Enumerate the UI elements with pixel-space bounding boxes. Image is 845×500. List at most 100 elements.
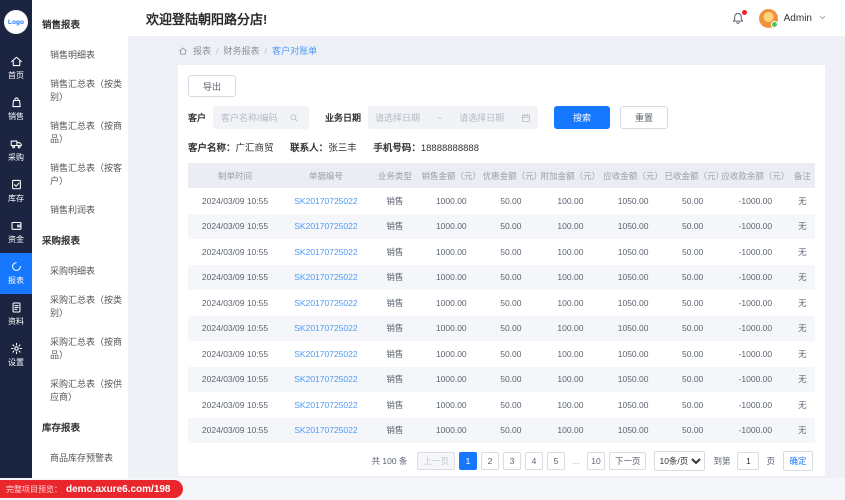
user-menu[interactable]: Admin <box>758 8 827 28</box>
notification-bell-icon[interactable] <box>731 9 747 26</box>
table-cell: 1000.00 <box>435 246 467 257</box>
content-area: 报表/财务报表/客户对账单 导出 客户 业务日期 请选择日 <box>128 36 845 478</box>
menu-item[interactable]: 销售明细表 <box>32 40 128 69</box>
page-size-select[interactable]: 10条/页 <box>654 451 706 471</box>
table-row: 2024/03/09 10:55 SK20170725022 销售 1000.00 50… <box>188 188 815 214</box>
table-cell: 1000.00 <box>435 221 467 232</box>
table-row: 2024/03/09 10:55 SK20170725022 销售 1000.00 50… <box>188 264 815 290</box>
sales-bag-icon <box>10 96 23 109</box>
rail-item-设置[interactable]: 设置 <box>0 335 32 376</box>
page-button-4[interactable]: 4 <box>524 452 543 470</box>
document-number-link[interactable]: SK20170725022 <box>294 247 357 257</box>
document-number-link[interactable]: SK20170725022 <box>294 272 357 282</box>
date-range-picker[interactable]: 请选择日期 ~ 请选择日期 <box>368 106 539 129</box>
menu-item[interactable]: 采购明细表 <box>32 256 128 285</box>
page-button-2[interactable]: 2 <box>480 452 499 470</box>
menu-item[interactable]: 采购汇总表（按类别） <box>32 285 128 327</box>
goto-page-input[interactable] <box>737 452 760 470</box>
table-cell: 50.00 <box>682 297 704 308</box>
table-cell: 1050.00 <box>617 221 649 232</box>
column-header: 已收金额（元） <box>664 163 721 188</box>
prev-page-button[interactable]: 上一页 <box>417 452 455 470</box>
page-button-5[interactable]: 5 <box>546 452 565 470</box>
menu-item[interactable]: 采购汇总表（按商品） <box>32 327 128 369</box>
goto-confirm-button[interactable]: 确定 <box>783 451 813 471</box>
breadcrumb-item[interactable]: 报表 <box>193 44 211 57</box>
table-cell: 50.00 <box>682 425 704 436</box>
export-button[interactable]: 导出 <box>188 75 236 97</box>
table-cell: 无 <box>798 297 807 308</box>
preview-badge[interactable]: 完整项目预览： demo.axure6.com/198 <box>0 480 183 498</box>
table-cell: 50.00 <box>500 323 522 334</box>
document-number-link[interactable]: SK20170725022 <box>294 323 357 333</box>
table-cell: 50.00 <box>682 221 704 232</box>
table-cell: 100.00 <box>557 297 584 308</box>
column-header: 制单时间 <box>188 163 283 188</box>
table-cell: SK20170725022 <box>282 341 370 367</box>
reports-chart-icon <box>10 260 23 273</box>
app-body: Logo 首页 销售 采购 库存 资金 报表 资料 设置 销售报表 销售明细表 销售汇总表（按类别… <box>0 0 845 478</box>
rail-item-资料[interactable]: 资料 <box>0 294 32 335</box>
page-button-1[interactable]: 1 <box>458 452 477 470</box>
page-button-10[interactable]: 10 <box>586 452 605 470</box>
customer-info-row: 客户名称：广汇商贸 联系人：张三丰 手机号码：18888888888 <box>188 140 815 154</box>
date-end-placeholder: 请选择日期 <box>459 113 505 123</box>
table-cell: 50.00 <box>500 297 522 308</box>
document-number-link[interactable]: SK20170725022 <box>294 425 357 435</box>
home-icon[interactable] <box>178 46 188 56</box>
document-number-link[interactable]: SK20170725022 <box>294 400 357 410</box>
table-cell: 1050.00 <box>617 246 649 257</box>
document-number-link[interactable]: SK20170725022 <box>294 374 357 384</box>
table-cell: 无 <box>798 348 807 359</box>
table-row: 2024/03/09 10:55 SK20170725022 销售 1000.00 50… <box>188 366 815 392</box>
table-cell: 50.00 <box>682 348 704 359</box>
menu-item[interactable]: 采购汇总表（按供应商） <box>32 369 128 411</box>
menu-item[interactable]: 销售汇总表（按客户） <box>32 153 128 195</box>
rail-item-销售[interactable]: 销售 <box>0 89 32 130</box>
table-cell: 无 <box>798 246 807 257</box>
search-button[interactable]: 搜索 <box>554 106 611 129</box>
table-row: 2024/03/09 10:55 SK20170725022 销售 1000.00 50… <box>188 341 815 367</box>
table-header-row: 制单时间 单据编号 业务类型 销售金额（元） 优惠金额（元） 附加金额（元） 应收金额（元）… <box>188 163 815 188</box>
menu-item[interactable]: 销售利润表 <box>32 195 128 224</box>
document-number-link[interactable]: SK20170725022 <box>294 196 357 206</box>
table-cell: 50.00 <box>500 272 522 283</box>
rail-item-资金[interactable]: 资金 <box>0 212 32 253</box>
next-page-button[interactable]: 下一页 <box>608 452 647 470</box>
menu-item[interactable]: 销售汇总表（按类别） <box>32 69 128 111</box>
page-ellipsis: ... <box>572 456 580 466</box>
rail-item-label: 设置 <box>8 358 24 367</box>
table-row: 2024/03/09 10:55 SK20170725022 销售 1000.00 50… <box>188 315 815 341</box>
table-cell: 50.00 <box>682 374 704 385</box>
table-cell: 50.00 <box>500 399 522 410</box>
breadcrumb-item[interactable]: 客户对账单 <box>272 44 317 57</box>
funds-wallet-icon <box>10 219 23 232</box>
table-cell: 50.00 <box>682 195 704 206</box>
table-cell: 2024/03/09 10:55 <box>201 323 269 334</box>
customer-input-wrap <box>213 106 310 129</box>
chevron-down-icon <box>818 9 827 27</box>
menu-item[interactable]: 商品库存预警表 <box>32 443 128 472</box>
rail-item-库存[interactable]: 库存 <box>0 171 32 212</box>
table-cell: -1000.00 <box>738 272 773 283</box>
page-button-3[interactable]: 3 <box>502 452 521 470</box>
contact-label: 联系人： <box>290 143 329 154</box>
page-buttons: 1 2 3 4 5... 10 <box>458 452 605 470</box>
table-cell: -1000.00 <box>738 348 773 359</box>
table-cell: 2024/03/09 10:55 <box>201 374 269 385</box>
rail-item-首页[interactable]: 首页 <box>0 48 32 89</box>
breadcrumb-item[interactable]: 财务报表 <box>224 44 260 57</box>
rail-item-采购[interactable]: 采购 <box>0 130 32 171</box>
inventory-clipboard-icon <box>10 178 23 191</box>
table-cell: 1050.00 <box>617 272 649 283</box>
reset-button[interactable]: 重置 <box>620 106 669 129</box>
rail-item-label: 销售 <box>8 112 24 121</box>
customer-search-input[interactable] <box>213 112 290 123</box>
document-number-link[interactable]: SK20170725022 <box>294 298 357 308</box>
document-number-link[interactable]: SK20170725022 <box>294 221 357 231</box>
menu-item[interactable]: 销售汇总表（按商品） <box>32 111 128 153</box>
document-number-link[interactable]: SK20170725022 <box>294 349 357 359</box>
column-header: 应收款余额（元） <box>720 163 790 188</box>
rail-item-报表[interactable]: 报表 <box>0 253 32 294</box>
app-logo[interactable]: Logo <box>4 10 28 34</box>
